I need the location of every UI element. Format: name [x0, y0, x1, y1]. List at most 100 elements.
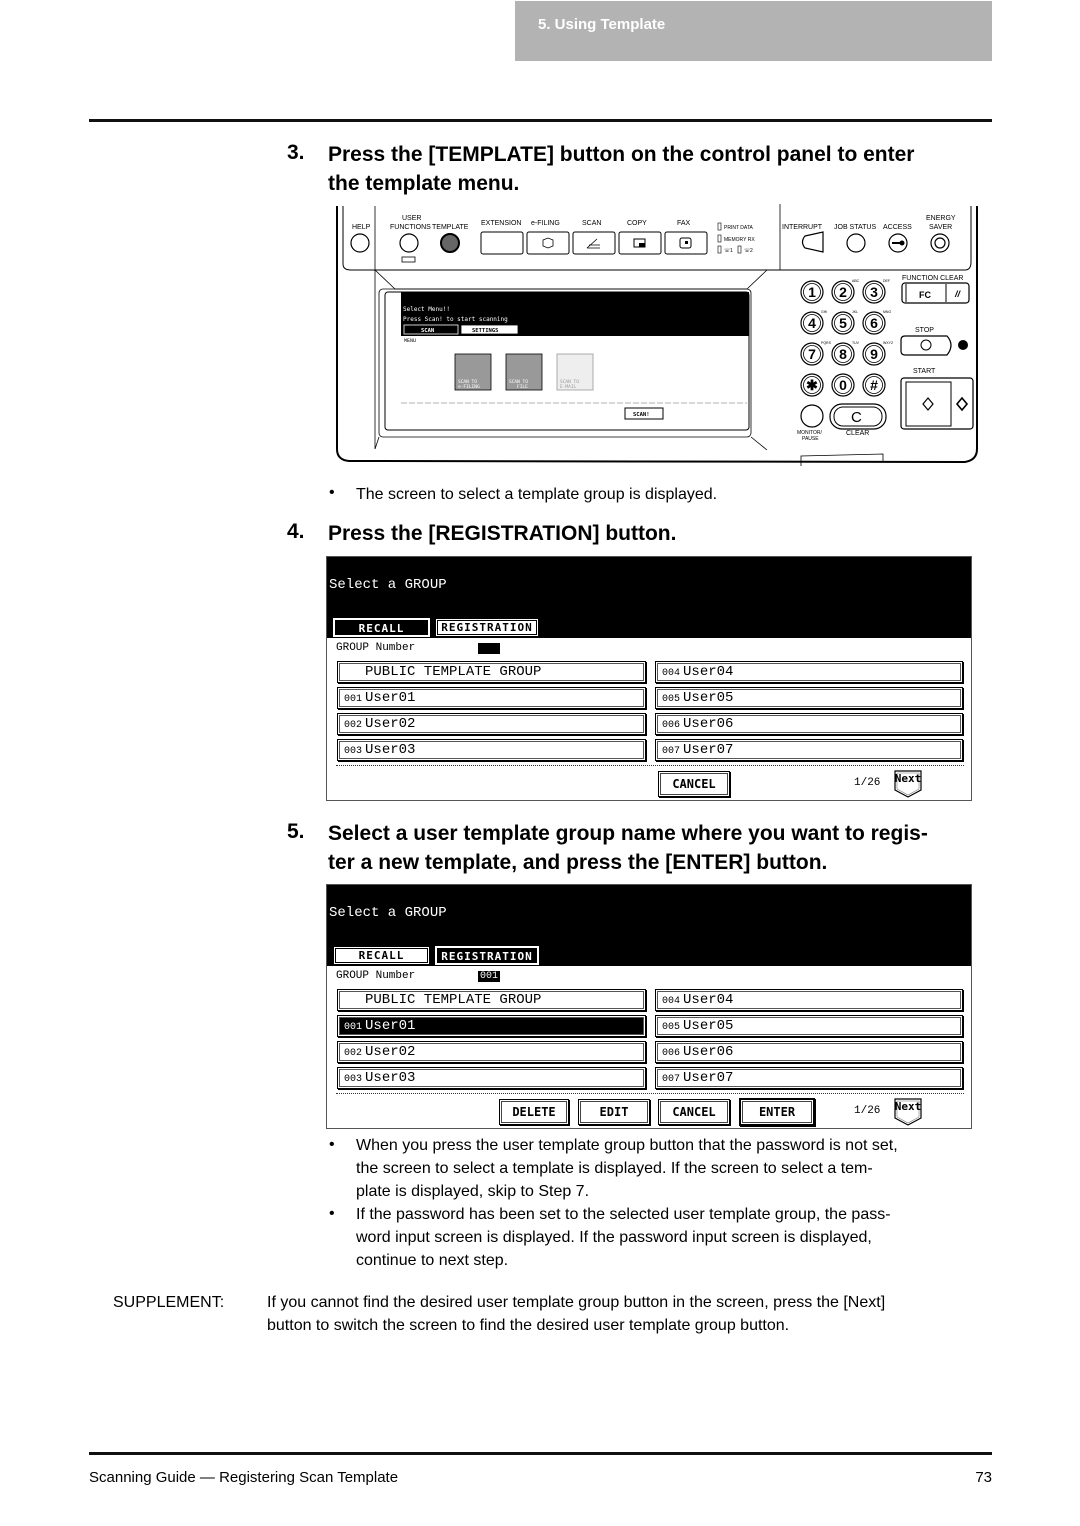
group-button-002[interactable]: 002 User02 [337, 1041, 646, 1063]
group-name: User03 [365, 742, 416, 758]
keypad-key-label: 8 [839, 346, 847, 362]
keypad-key-label: 9 [870, 346, 878, 362]
stop-icon [958, 340, 968, 350]
supplement-text: If you cannot find the desired user temp… [267, 1291, 885, 1337]
divider [336, 1093, 964, 1094]
bullet-line: If the password has been set to the sele… [356, 1206, 891, 1223]
page-indicator: 1/26 [854, 1105, 881, 1117]
next-button[interactable]: Next [894, 1098, 922, 1126]
keypad-key-9[interactable]: ✱ [800, 373, 824, 397]
svg-text:USER: USER [402, 215, 421, 222]
tab-registration[interactable]: REGISTRATION [434, 945, 540, 966]
scan-to-file-icon[interactable]: SCAN TO FILE [505, 353, 543, 391]
svg-text:Press Scan! to start scanning: Press Scan! to start scanning [403, 316, 508, 323]
bullet-line: the screen to select a template is displ… [356, 1160, 873, 1177]
select-group-screen-2: Select a GROUP RECALL REGISTRATION GROUP… [326, 884, 972, 1129]
step-4-number: 4. [287, 520, 305, 543]
group-button-003[interactable]: 003 User03 [337, 1067, 646, 1089]
group-button-005[interactable]: 005 User05 [655, 1015, 963, 1037]
function-clear-button[interactable]: FUNCTION CLEAR FC // [901, 275, 970, 304]
group-number: 002 [344, 1048, 363, 1059]
group-name: User02 [365, 1044, 416, 1060]
keypad-key-label: 6 [870, 315, 878, 331]
enter-button[interactable]: ENTER [739, 1098, 815, 1126]
scan-to-efiling-icon[interactable]: SCAN TO e-FILING [454, 353, 492, 391]
edit-button[interactable]: EDIT [578, 1099, 650, 1125]
public-template-group-button[interactable]: PUBLIC TEMPLATE GROUP [337, 989, 646, 1011]
extension-button[interactable]: EXTENSION [480, 220, 524, 255]
keypad-key-11[interactable]: # [862, 373, 886, 397]
keypad-key-label: 3 [870, 284, 878, 300]
public-template-group-button[interactable]: PUBLIC TEMPLATE GROUP [337, 661, 646, 683]
scan-to-email-icon[interactable]: SCAN TO E-MAIL [556, 353, 594, 391]
step-5-bullet-2: If the password has been set to the sele… [356, 1203, 891, 1272]
keypad-key-0[interactable]: 1 [800, 280, 824, 304]
tab-recall[interactable]: RECALL [333, 946, 430, 965]
cancel-button[interactable]: CANCEL [658, 771, 730, 797]
group-button-007[interactable]: 007 User07 [655, 1067, 963, 1089]
group-number: 007 [662, 1074, 681, 1085]
group-number: 001 [344, 694, 363, 705]
page-indicator: 1/26 [854, 777, 881, 789]
svg-text:e-FILING: e-FILING [458, 384, 480, 390]
group-button-004[interactable]: 004 User04 [655, 989, 963, 1011]
tab-registration[interactable]: REGISTRATION [435, 618, 539, 637]
help-button[interactable]: HELP [350, 224, 371, 253]
svg-text:SETTINGS: SETTINGS [472, 328, 499, 334]
svg-text:MEMORY RX: MEMORY RX [724, 237, 755, 243]
keypad-key-letters: PQRS [821, 341, 832, 345]
keypad-key-letters: DEF [883, 279, 890, 283]
group-button-004[interactable]: 004 User04 [655, 661, 963, 683]
lcd-settings-tab[interactable]: SETTINGS [460, 324, 519, 335]
cancel-button[interactable]: CANCEL [658, 1099, 730, 1125]
group-name: User04 [683, 664, 734, 680]
lcd-scan-button[interactable]: SCAN! [624, 407, 664, 420]
keypad-key-label: ✱ [806, 377, 818, 393]
svg-text:C: C [851, 409, 862, 426]
svg-text:SCAN!: SCAN! [633, 412, 650, 418]
group-name: User02 [365, 716, 416, 732]
keypad-key-10[interactable]: 0 [831, 373, 855, 397]
bullet-marker: • [329, 484, 335, 501]
group-name: User05 [683, 1018, 734, 1034]
group-number: 005 [662, 1022, 681, 1033]
group-button-006[interactable]: 006 User06 [655, 713, 963, 735]
delete-button[interactable]: DELETE [499, 1099, 569, 1125]
tab-recall[interactable]: RECALL [332, 617, 431, 638]
group-number: 003 [344, 1074, 363, 1085]
screen-title: Select a GROUP [329, 905, 447, 921]
group-button-001-selected[interactable]: 001 User01 [337, 1015, 646, 1037]
group-number-label: GROUP Number [336, 642, 416, 654]
group-button-003[interactable]: 003 User03 [337, 739, 646, 761]
group-number: 005 [662, 694, 681, 705]
step-5-number: 5. [287, 820, 305, 843]
step-4-text: Press the [REGISTRATION] button. [328, 522, 677, 545]
svg-text:SCAN: SCAN [582, 220, 601, 227]
group-button-005[interactable]: 005 User05 [655, 687, 963, 709]
svg-text:HELP: HELP [352, 224, 371, 231]
svg-text:SAVER: SAVER [929, 224, 952, 231]
next-label: Next [894, 772, 922, 785]
step-3-text: Press the [TEMPLATE] button on the contr… [328, 140, 914, 198]
step-5-line: ter a new template, and press the [ENTER… [328, 851, 828, 874]
next-button[interactable]: Next [894, 770, 922, 798]
lcd-scan-tab[interactable]: SCAN [403, 324, 459, 335]
bullet-line: word input screen is displayed. If the p… [356, 1229, 872, 1246]
group-number-label: GROUP Number [336, 970, 416, 982]
group-button-006[interactable]: 006 User06 [655, 1041, 963, 1063]
step-3-number: 3. [287, 141, 305, 164]
group-number: 002 [344, 720, 363, 731]
step-3-line: the template menu. [328, 172, 520, 195]
keypad-key-letters: TUV [852, 341, 860, 345]
svg-text:ENERGY: ENERGY [926, 215, 956, 222]
keypad-key-letters: JKL [852, 310, 858, 314]
group-button-001[interactable]: 001 User01 [337, 687, 646, 709]
group-name: User06 [683, 716, 734, 732]
svg-text:MENU: MENU [404, 338, 416, 344]
group-button-007[interactable]: 007 User07 [655, 739, 963, 761]
group-number: 004 [662, 996, 681, 1007]
step-3-line: Press the [TEMPLATE] button on the contr… [328, 143, 915, 166]
group-name: User01 [365, 690, 416, 706]
group-button-002[interactable]: 002 User02 [337, 713, 646, 735]
svg-text:FILE: FILE [517, 384, 528, 390]
